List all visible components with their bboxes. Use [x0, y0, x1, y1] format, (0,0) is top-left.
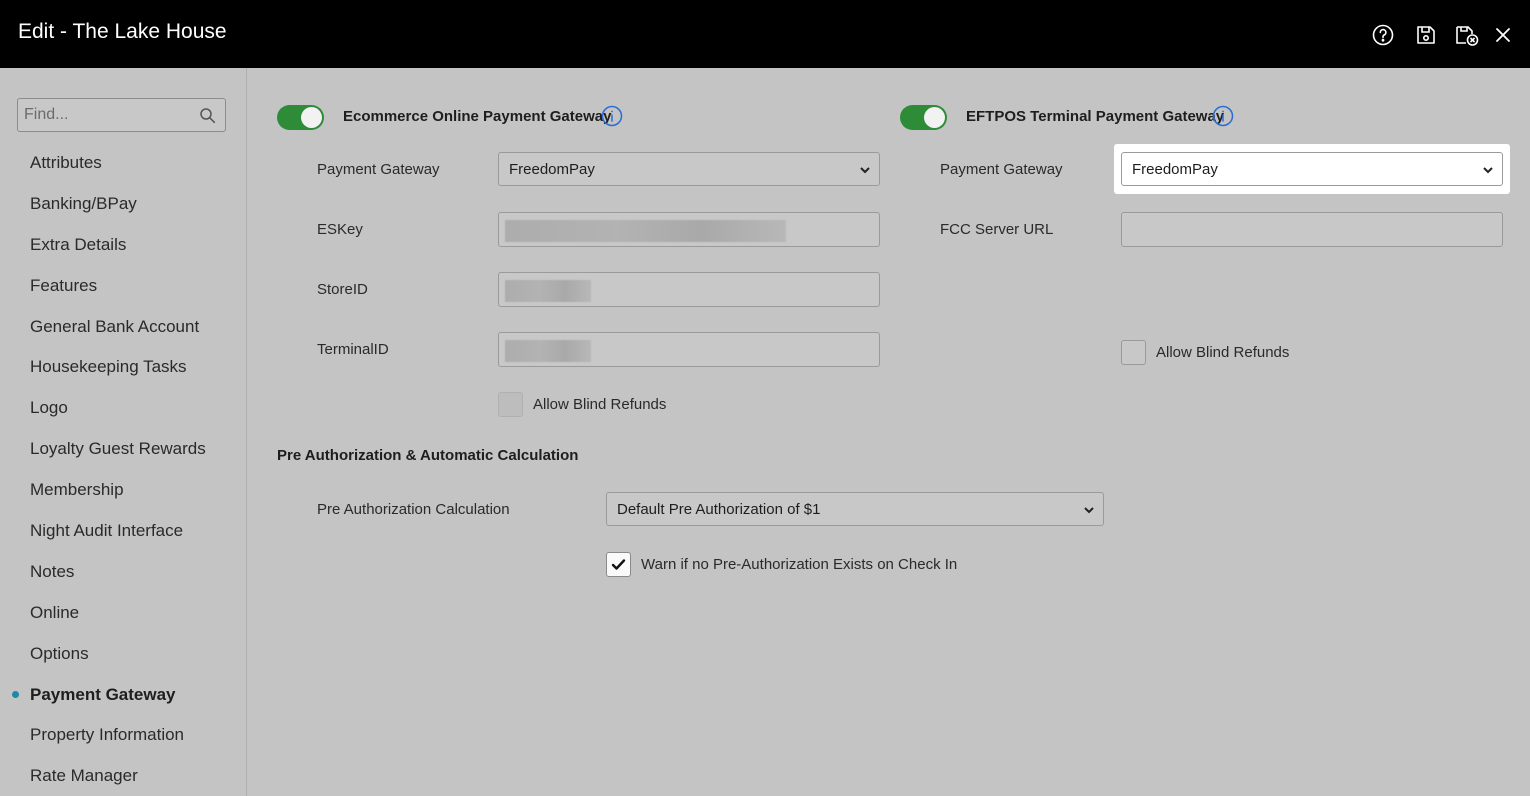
ecommerce-blind-refunds-label: Allow Blind Refunds [533, 396, 667, 413]
help-icon[interactable] [1371, 23, 1395, 47]
eftpos-info-icon[interactable] [1212, 105, 1234, 127]
sidebar-nav: Attributes Banking/BPay Extra Details Featu… [0, 142, 246, 796]
sidebar-item-label: Banking/BPay [30, 193, 137, 213]
redacted-value [505, 340, 591, 362]
sidebar-item-label: Rate Manager [30, 766, 138, 786]
preauth-section-title: Pre Authorization & Automatic Calculatio… [277, 447, 579, 464]
eftpos-toggle[interactable] [900, 105, 947, 130]
sidebar-item-banking-bpay[interactable]: Banking/BPay [0, 183, 246, 224]
search-input[interactable] [18, 99, 198, 131]
sidebar-item-logo[interactable]: Logo [0, 387, 246, 428]
preauth-warn-label: Warn if no Pre-Authorization Exists on C… [641, 556, 958, 573]
eftpos-blind-refunds-checkbox[interactable] [1121, 340, 1146, 365]
sidebar-item-housekeeping-tasks[interactable]: Housekeeping Tasks [0, 346, 246, 387]
sidebar-item-label: Housekeeping Tasks [30, 357, 187, 377]
ecommerce-gateway-value: FreedomPay [509, 161, 595, 178]
ecommerce-section-title: Ecommerce Online Payment Gateway [343, 108, 612, 125]
ecommerce-gateway-label: Payment Gateway [317, 161, 440, 178]
eftpos-gateway-value: FreedomPay [1132, 161, 1218, 178]
storeid-field[interactable] [498, 272, 880, 307]
save-and-close-icon[interactable] [1454, 23, 1480, 47]
sidebar-item-label: Logo [30, 398, 68, 418]
sidebar-item-membership[interactable]: Membership [0, 469, 246, 510]
sidebar-item-label: Payment Gateway [30, 684, 176, 704]
search-box[interactable] [17, 98, 226, 132]
fcc-server-url-label: FCC Server URL [940, 221, 1054, 238]
window-title: Edit - The Lake House [18, 20, 227, 43]
sidebar-item-label: Notes [30, 561, 75, 581]
title-bar: Edit - The Lake House [0, 0, 1530, 68]
sidebar-item-loyalty-guest-rewards[interactable]: Loyalty Guest Rewards [0, 428, 246, 469]
ecommerce-gateway-select[interactable]: FreedomPay [498, 152, 880, 186]
save-icon[interactable] [1414, 23, 1438, 47]
sidebar-item-notes[interactable]: Notes [0, 551, 246, 592]
preauth-calc-label: Pre Authorization Calculation [317, 501, 510, 518]
redacted-value [505, 280, 591, 302]
sidebar-item-rate-manager[interactable]: Rate Manager [0, 755, 246, 796]
ecommerce-blind-refunds-checkbox[interactable] [498, 392, 523, 417]
main-panel: Ecommerce Online Payment Gateway Payment… [248, 68, 1530, 796]
redacted-value [505, 220, 786, 242]
eskey-field[interactable] [498, 212, 880, 247]
eftpos-section-title: EFTPOS Terminal Payment Gateway [966, 108, 1225, 125]
eftpos-gateway-select[interactable]: FreedomPay [1121, 152, 1503, 186]
eftpos-blind-refunds-label: Allow Blind Refunds [1156, 344, 1290, 361]
sidebar-item-label: Membership [30, 480, 124, 500]
preauth-calc-select[interactable]: Default Pre Authorization of $1 [606, 492, 1104, 526]
storeid-label: StoreID [317, 281, 368, 298]
sidebar-item-label: Extra Details [30, 234, 127, 254]
checkmark-icon [611, 559, 626, 570]
sidebar-item-label: Attributes [30, 153, 102, 172]
sidebar-item-label: Features [30, 275, 98, 295]
fcc-server-url-field[interactable] [1121, 212, 1503, 247]
terminalid-field[interactable] [498, 332, 880, 367]
eftpos-gateway-label: Payment Gateway [940, 161, 1063, 178]
sidebar-item-property-information[interactable]: Property Information [0, 714, 246, 755]
sidebar-item-features[interactable]: Features [0, 265, 246, 306]
sidebar-item-label: General Bank Account [30, 316, 200, 336]
sidebar-item-general-bank-account[interactable]: General Bank Account [0, 306, 246, 347]
preauth-warn-checkbox[interactable] [606, 552, 631, 577]
active-indicator-dot [12, 690, 19, 698]
sidebar-item-label: Night Audit Interface [30, 521, 184, 541]
ecommerce-toggle[interactable] [277, 105, 324, 130]
sidebar-item-night-audit-interface[interactable]: Night Audit Interface [0, 510, 246, 551]
search-icon[interactable] [199, 107, 216, 124]
chevron-down-icon [860, 167, 870, 174]
terminalid-label: TerminalID [317, 341, 389, 358]
preauth-calc-value: Default Pre Authorization of $1 [617, 501, 821, 518]
sidebar-item-payment-gateway[interactable]: Payment Gateway [0, 674, 246, 715]
sidebar-item-label: Online [30, 602, 80, 622]
sidebar-item-label: Property Information [30, 725, 185, 745]
chevron-down-icon [1084, 507, 1094, 514]
sidebar: Attributes Banking/BPay Extra Details Featu… [0, 68, 247, 796]
close-icon[interactable] [1491, 23, 1515, 47]
sidebar-item-label: Loyalty Guest Rewards [30, 439, 206, 459]
sidebar-item-extra-details[interactable]: Extra Details [0, 224, 246, 265]
sidebar-item-online[interactable]: Online [0, 592, 246, 633]
chevron-down-icon [1483, 167, 1493, 174]
ecommerce-info-icon[interactable] [601, 105, 623, 127]
eskey-label: ESKey [317, 221, 363, 238]
sidebar-item-label: Options [30, 643, 89, 663]
sidebar-item-options[interactable]: Options [0, 633, 246, 674]
sidebar-item-attributes[interactable]: Attributes [0, 142, 246, 183]
